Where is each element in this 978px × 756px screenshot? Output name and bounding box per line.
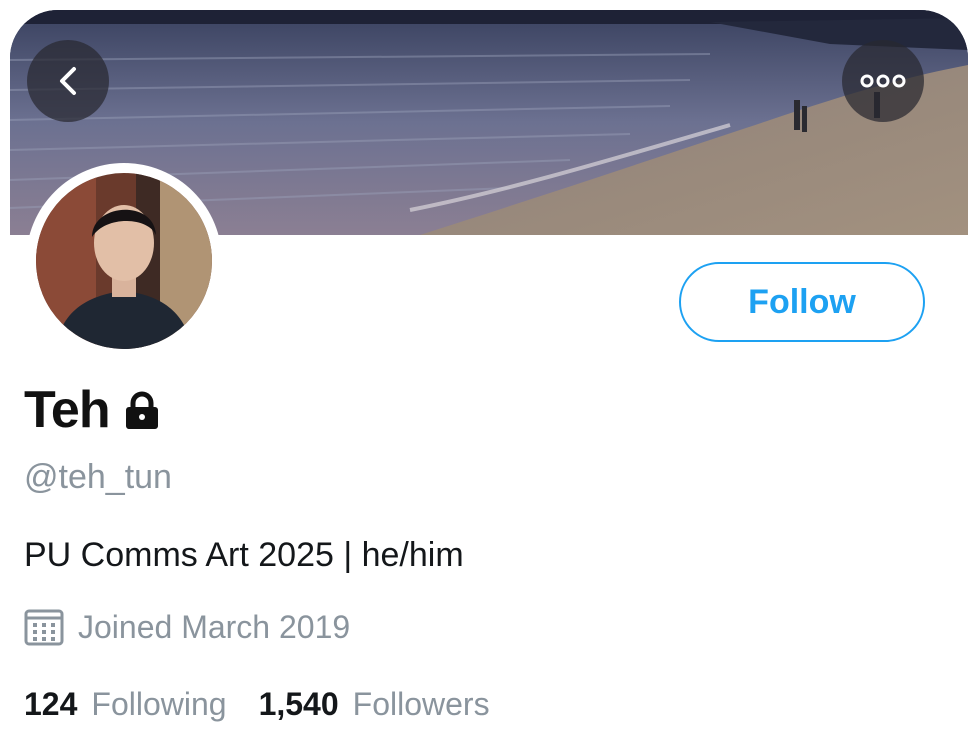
more-options-icon (860, 74, 906, 88)
follow-button[interactable]: Follow (679, 262, 925, 342)
chevron-left-icon (60, 67, 76, 95)
following-link[interactable]: 124 Following (24, 686, 227, 723)
profile-bio: PU Comms Art 2025 | he/him (24, 536, 464, 574)
more-options-button[interactable] (842, 40, 924, 122)
lock-icon (122, 391, 162, 436)
joined-row: Joined March 2019 (24, 608, 350, 646)
following-label: Following (91, 686, 227, 722)
back-button[interactable] (27, 40, 109, 122)
avatar-photo (36, 173, 212, 349)
avatar[interactable] (36, 173, 212, 349)
profile-stats: 124 Following 1,540 Followers (24, 686, 490, 723)
profile-name: Teh (24, 381, 111, 439)
profile-handle: @teh_tun (24, 458, 172, 496)
followers-count: 1,540 (258, 686, 339, 722)
joined-date: Joined March 2019 (78, 608, 351, 645)
followers-label: Followers (352, 686, 490, 722)
calendar-icon (24, 609, 64, 646)
profile-name-row: Teh (24, 380, 162, 440)
following-count: 124 (24, 686, 78, 722)
followers-link[interactable]: 1,540 Followers (259, 686, 490, 723)
